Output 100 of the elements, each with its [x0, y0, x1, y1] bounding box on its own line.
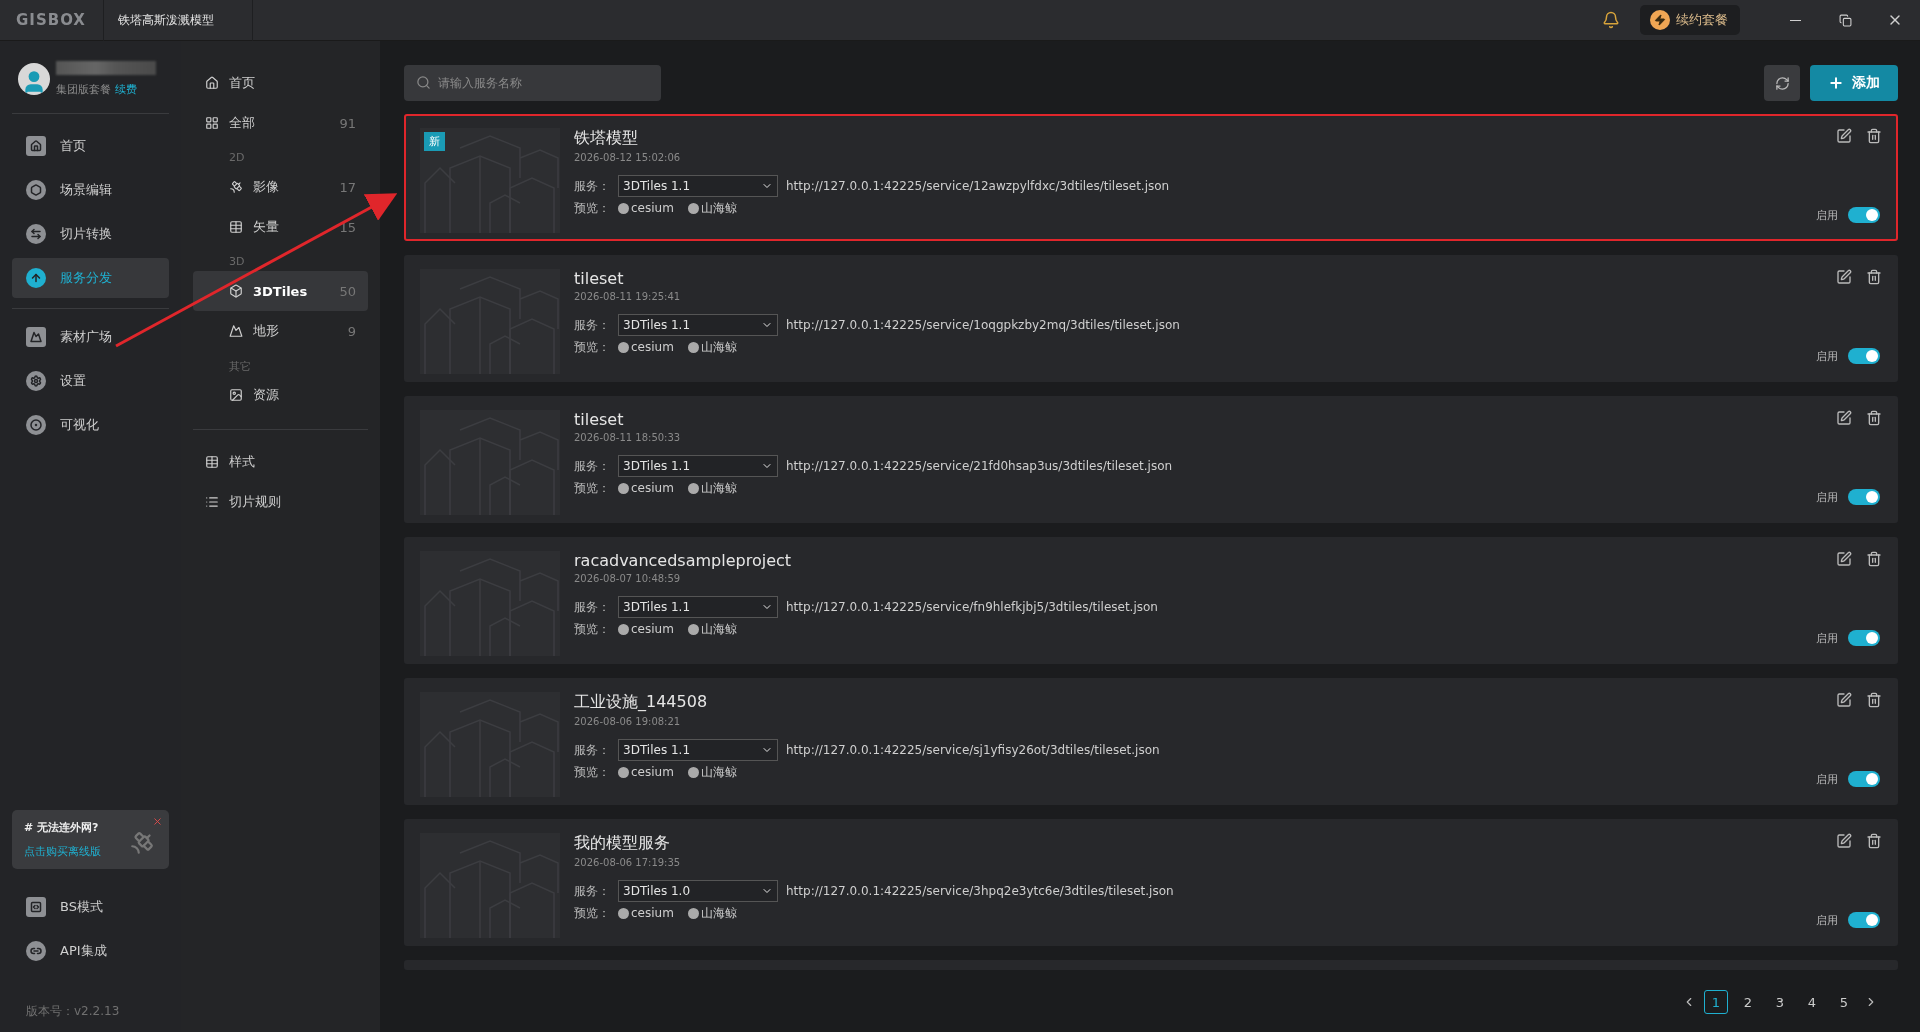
edit-button[interactable]: [1836, 692, 1852, 708]
enable-switch[interactable]: [1848, 207, 1880, 223]
preview-link[interactable]: cesium: [618, 906, 674, 920]
page-button[interactable]: 1: [1704, 990, 1728, 1014]
nav-icon: [26, 224, 46, 244]
bell-icon[interactable]: [1602, 11, 1620, 29]
service-title: 铁塔模型: [574, 128, 639, 149]
category-icon: [205, 495, 219, 509]
edit-icon: [1836, 833, 1852, 849]
enable-switch[interactable]: [1848, 348, 1880, 364]
preview-link[interactable]: cesium: [618, 622, 674, 636]
add-button[interactable]: 添加: [1810, 65, 1898, 101]
buy-offline-link[interactable]: 点击购买离线版: [24, 844, 101, 859]
delete-button[interactable]: [1866, 551, 1882, 567]
nav-icon: [26, 897, 46, 917]
avatar-icon[interactable]: [18, 63, 50, 95]
preview-label: 预览：: [574, 338, 610, 356]
category-label: 资源: [253, 386, 279, 404]
category-item[interactable]: 全部 91: [193, 103, 368, 143]
renew-link[interactable]: 续费: [114, 83, 137, 96]
service-time: 2026-08-06 17:19:35: [574, 857, 682, 868]
enable-switch[interactable]: [1848, 630, 1880, 646]
refresh-button[interactable]: [1764, 65, 1800, 101]
category-icon: [229, 324, 243, 338]
preview-link[interactable]: cesium: [618, 765, 674, 779]
version-select[interactable]: 3DTiles 1.1: [618, 739, 778, 761]
home-icon: [205, 76, 219, 90]
project-tab[interactable]: 铁塔高斯泼溅模型: [103, 0, 253, 41]
enable-switch[interactable]: [1848, 771, 1880, 787]
preview-link[interactable]: cesium: [618, 481, 674, 495]
preview-link[interactable]: 山海鲸: [687, 338, 737, 356]
edit-button[interactable]: [1836, 269, 1852, 285]
preview-icon: [618, 766, 629, 778]
service-title: tileset: [574, 269, 625, 288]
delete-button[interactable]: [1866, 692, 1882, 708]
enable-switch[interactable]: [1848, 489, 1880, 505]
service-url: http://127.0.0.1:42225/service/3hpq2e3ytc6e/3dtiles/tileset.json: [786, 884, 1174, 898]
delete-button[interactable]: [1866, 269, 1882, 285]
page-button[interactable]: 3: [1768, 990, 1792, 1014]
category-count: 9: [347, 323, 356, 339]
trash-icon: [1866, 410, 1882, 426]
nav-item[interactable]: 设置: [12, 361, 169, 401]
edit-button[interactable]: [1836, 410, 1852, 426]
nav-item[interactable]: API集成: [12, 931, 169, 971]
enable-switch[interactable]: [1848, 912, 1880, 928]
nav-icon: [26, 180, 46, 200]
category-item[interactable]: 样式: [193, 442, 368, 482]
service-url: http://127.0.0.1:42225/service/21fd0hsap3us/3dtiles/tileset.json: [786, 459, 1173, 473]
category-item[interactable]: 3DTiles 50: [193, 271, 368, 311]
version-select[interactable]: 3DTiles 1.1: [618, 175, 778, 197]
edit-button[interactable]: [1836, 128, 1852, 144]
delete-button[interactable]: [1866, 128, 1882, 144]
category-label: 影像: [253, 178, 279, 196]
category-item[interactable]: 切片规则: [193, 482, 368, 522]
preview-icon: [687, 482, 699, 494]
preview-link[interactable]: 山海鲸: [687, 904, 737, 922]
enable-label: 启用: [1816, 771, 1838, 787]
refresh-icon: [1774, 75, 1790, 91]
nav-item[interactable]: 切片转换: [12, 214, 169, 254]
nav-item[interactable]: 服务分发: [12, 258, 169, 298]
category-item[interactable]: 影像 17: [193, 167, 368, 207]
renew-plan-button[interactable]: 续约套餐: [1640, 5, 1740, 35]
delete-button[interactable]: [1866, 410, 1882, 426]
category-item[interactable]: 地形 9: [193, 311, 368, 351]
edit-button[interactable]: [1836, 833, 1852, 849]
trash-icon: [1866, 551, 1882, 567]
nav-item[interactable]: 可视化: [12, 405, 169, 445]
preview-link[interactable]: 山海鲸: [687, 620, 737, 638]
service-time: 2026-08-11 19:25:41: [574, 291, 682, 302]
nav-item[interactable]: 场景编辑: [12, 170, 169, 210]
category-item[interactable]: 首页: [193, 63, 368, 103]
page-button[interactable]: 5: [1832, 990, 1856, 1014]
version-select[interactable]: 3DTiles 1.1: [618, 455, 778, 477]
search-field[interactable]: 请输入服务名称: [404, 65, 661, 101]
edit-button[interactable]: [1836, 551, 1852, 567]
version-select[interactable]: 3DTiles 1.1: [618, 596, 778, 618]
preview-link[interactable]: cesium: [618, 340, 674, 354]
category-label: 矢量: [253, 218, 279, 236]
nav-item[interactable]: 素材广场: [12, 317, 169, 357]
preview-link[interactable]: 山海鲸: [687, 479, 737, 497]
version-select[interactable]: 3DTiles 1.0: [618, 880, 778, 902]
nav-item[interactable]: 首页: [12, 126, 169, 166]
preview-link[interactable]: cesium: [618, 201, 674, 215]
category-label: 3DTiles: [253, 283, 308, 299]
service-url: http://127.0.0.1:42225/service/sj1yfisy26ot/3dtiles/tileset.json: [786, 743, 1160, 757]
service-url: http://127.0.0.1:42225/service/12awzpylfdxc/3dtiles/tileset.json: [786, 179, 1170, 193]
delete-button[interactable]: [1866, 833, 1882, 849]
category-item[interactable]: 资源: [193, 375, 368, 415]
nav-item[interactable]: BS模式: [12, 887, 169, 927]
page-button[interactable]: 4: [1800, 990, 1824, 1014]
close-icon[interactable]: [152, 816, 163, 827]
page-button[interactable]: 2: [1736, 990, 1760, 1014]
preview-link[interactable]: 山海鲸: [687, 763, 737, 781]
service-title: 工业设施_144508: [574, 692, 709, 713]
enable-label: 启用: [1816, 489, 1838, 505]
satellite-dish-icon: [129, 830, 155, 856]
category-count: 91: [339, 115, 356, 131]
service-url: http://127.0.0.1:42225/service/1oqgpkzby2mq/3dtiles/tileset.json: [786, 318, 1180, 332]
preview-link[interactable]: 山海鲸: [687, 199, 737, 217]
version-select[interactable]: 3DTiles 1.1: [618, 314, 778, 336]
